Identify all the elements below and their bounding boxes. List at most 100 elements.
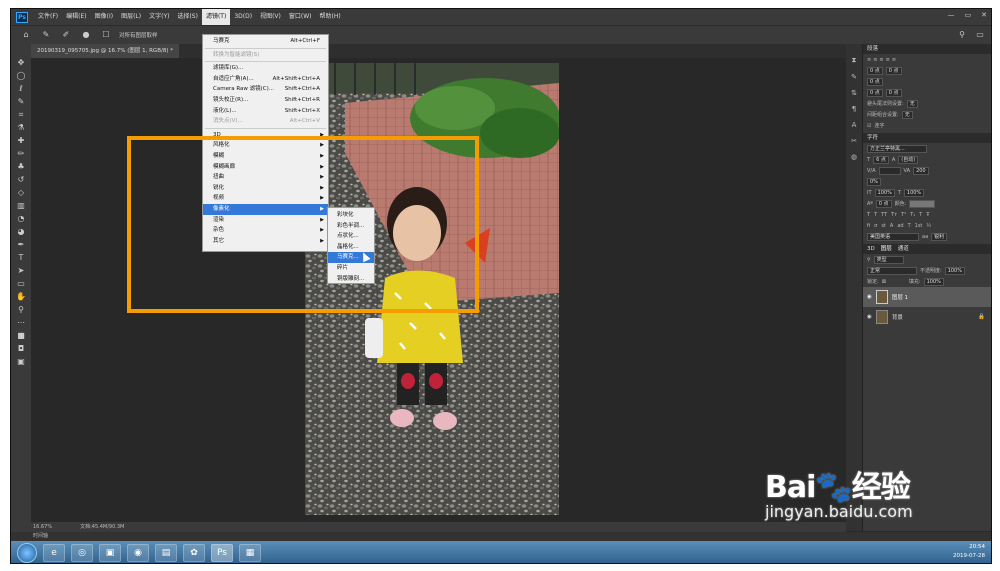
menu-8[interactable]: 视图(V) (256, 9, 285, 25)
filter-menu-item[interactable]: 渲染 ▶ (203, 215, 328, 226)
taskbar-app-icon[interactable]: ✿ (183, 544, 205, 562)
menu-5[interactable]: 选择(S) (173, 9, 202, 25)
healing-tool-icon[interactable]: ✚ (14, 136, 28, 146)
menu-7[interactable]: 3D(D) (230, 9, 256, 25)
taskbar-app-icon[interactable]: ◉ (127, 544, 149, 562)
tools-preset-icon[interactable]: ✂ (851, 137, 857, 145)
filter-menu-item[interactable]: 模糊画廊 ▶ (203, 162, 328, 173)
menu-2[interactable]: 图像(I) (91, 9, 117, 25)
text-panel-icon[interactable]: A (852, 121, 857, 129)
hand-tool-icon[interactable]: ✋ (14, 292, 28, 302)
swash-icon[interactable]: A (890, 223, 893, 229)
pen-tool-icon[interactable]: ✒ (14, 240, 28, 250)
font-size-field[interactable]: 6 点 (873, 155, 889, 164)
home-icon[interactable]: ⌂ (19, 29, 33, 41)
filter-menu-item[interactable]: 3D ▶ (203, 130, 328, 141)
sample-all-layers-checkbox[interactable]: ☐ (99, 29, 113, 41)
align-right-icon[interactable]: ≡ (879, 57, 883, 63)
visibility-eye-icon[interactable]: ◉ (867, 314, 872, 320)
align-left-icon[interactable]: ≡ (867, 57, 871, 63)
maximize-button[interactable]: ▭ (965, 11, 972, 19)
gradient-tool-icon[interactable]: ▥ (14, 201, 28, 211)
tracking-field[interactable]: 200 (913, 166, 929, 175)
font-family-select[interactable]: 方正兰亭特黑... (867, 144, 927, 153)
opacity-field[interactable]: 100% (944, 266, 965, 275)
filter-menu-item[interactable]: 液化(L)... Shift+Ctrl+X (203, 106, 328, 117)
workspace-icon[interactable]: ▭ (973, 29, 987, 41)
indent-right-field[interactable]: 0 点 (885, 66, 902, 75)
menu-3[interactable]: 图层(L) (117, 9, 145, 25)
visibility-eye-icon[interactable]: ◉ (867, 294, 872, 300)
hyphenate-checkbox[interactable]: ☑ (867, 123, 871, 129)
timeline-panel-tab[interactable]: 时间轴 (11, 532, 991, 541)
alternates-icon[interactable]: ad (897, 223, 903, 229)
fill-field[interactable]: 100% (923, 277, 944, 286)
baseline-field[interactable]: 0 点 (875, 199, 892, 208)
filter-menu-item[interactable]: 其它 ▶ (203, 236, 328, 247)
pixelate-menu-item[interactable]: 彩色半调... (328, 221, 374, 232)
vscale-field[interactable]: 100% (874, 188, 895, 197)
paragraph-style-icon[interactable]: ¶ (852, 105, 856, 113)
menu-10[interactable]: 帮助(H) (316, 9, 345, 25)
shape-tool-icon[interactable]: ▭ (14, 279, 28, 289)
photo-canvas[interactable] (305, 63, 559, 515)
filter-menu-item[interactable]: 滤镜库(G)... (203, 63, 328, 74)
layer-row[interactable]: ◉ 图层 1 (863, 287, 991, 307)
move-tool-icon[interactable]: ✥ (14, 58, 28, 68)
taskbar-app-icon[interactable]: e (43, 544, 65, 562)
minimize-button[interactable]: — (948, 11, 955, 19)
screen-mode-icon[interactable]: ▣ (14, 357, 28, 367)
ordinal-icon[interactable]: 1st (915, 223, 923, 229)
taskbar-app-icon[interactable]: Ps (211, 544, 233, 562)
zoom-level[interactable]: 16.67% (33, 522, 52, 532)
close-button[interactable]: ✕ (981, 11, 987, 19)
menu-0[interactable]: 文件(F) (34, 9, 62, 25)
marquee-tool-icon[interactable]: ◯ (14, 71, 28, 81)
ornament-icon[interactable]: σ (874, 223, 877, 229)
indent-left-field[interactable]: 0 点 (867, 66, 883, 75)
lock-icon[interactable]: ⊠ (882, 279, 886, 285)
filter-menu-item[interactable]: 像素化 ▶ (203, 203, 328, 215)
hyphen-select[interactable]: 无 (906, 99, 918, 108)
blur-tool-icon[interactable]: ◔ (14, 214, 28, 224)
menu-6[interactable]: 滤镜(T) (201, 9, 231, 25)
history-panel-icon[interactable]: ⧗ (852, 56, 857, 65)
taskbar-app-icon[interactable]: ▣ (99, 544, 121, 562)
stamp-tool-icon[interactable]: ♣ (14, 162, 28, 172)
spacing-select[interactable]: 无 (901, 110, 913, 119)
underline-icon[interactable]: T (919, 212, 922, 218)
history-brush-icon[interactable]: ↺ (14, 175, 28, 185)
layer-row[interactable]: ◉ 背景 🔒 (863, 307, 991, 327)
justify-all-icon[interactable]: ≡ (892, 57, 896, 63)
eyedropper-tool-icon[interactable]: ⚗ (14, 123, 28, 133)
3d-panel-icon[interactable]: ◍ (851, 153, 857, 161)
taskbar-app-icon[interactable]: ▤ (155, 544, 177, 562)
clock-time[interactable]: 20:54 (953, 543, 985, 552)
menu-9[interactable]: 窗口(W) (285, 9, 316, 25)
space-after-field[interactable]: 0 点 (885, 88, 902, 97)
filter-menu-item[interactable]: 镜头校正(R)... Shift+Ctrl+R (203, 95, 328, 106)
antialias-select[interactable]: 锐利 (931, 232, 948, 241)
character-panel-header[interactable]: 字符 (863, 133, 991, 143)
adjust-panel-icon[interactable]: ⇅ (851, 89, 857, 97)
indent-first-field[interactable]: 0 点 (867, 77, 883, 86)
pixelate-menu-item[interactable]: 点状化... (328, 231, 374, 242)
brush-tool-icon[interactable]: ✏ (14, 149, 28, 159)
pixelate-menu-item[interactable]: 彩块化 (328, 210, 374, 221)
document-tab[interactable]: 20190319_095705.jpg @ 16.7% (图层 1, RGB/8… (31, 44, 179, 58)
filter-menu-item[interactable]: 转换为智能滤镜(S) (203, 50, 328, 61)
taskbar-app-icon[interactable]: ▦ (239, 544, 261, 562)
quick-mask-icon[interactable]: ◘ (14, 344, 28, 354)
search-icon[interactable]: ⚲ (955, 29, 969, 41)
edit-toolbar-icon[interactable]: ⋯ (14, 318, 28, 328)
align-center-icon[interactable]: ≡ (873, 57, 877, 63)
tab-channels[interactable]: 通道 (898, 244, 909, 254)
hscale-field[interactable]: 100% (903, 188, 925, 197)
tab-3d[interactable]: 3D (867, 244, 875, 254)
eraser-tool-icon[interactable]: ◇ (14, 188, 28, 198)
space-before-field[interactable]: 0 点 (867, 88, 883, 97)
brush-panel-icon[interactable]: ✎ (851, 73, 857, 81)
filter-menu-item[interactable]: 马赛克 Alt+Ctrl+F (203, 36, 328, 47)
color-swatches-icon[interactable]: ■ (14, 331, 28, 341)
type-tool-icon[interactable]: T (14, 253, 28, 263)
